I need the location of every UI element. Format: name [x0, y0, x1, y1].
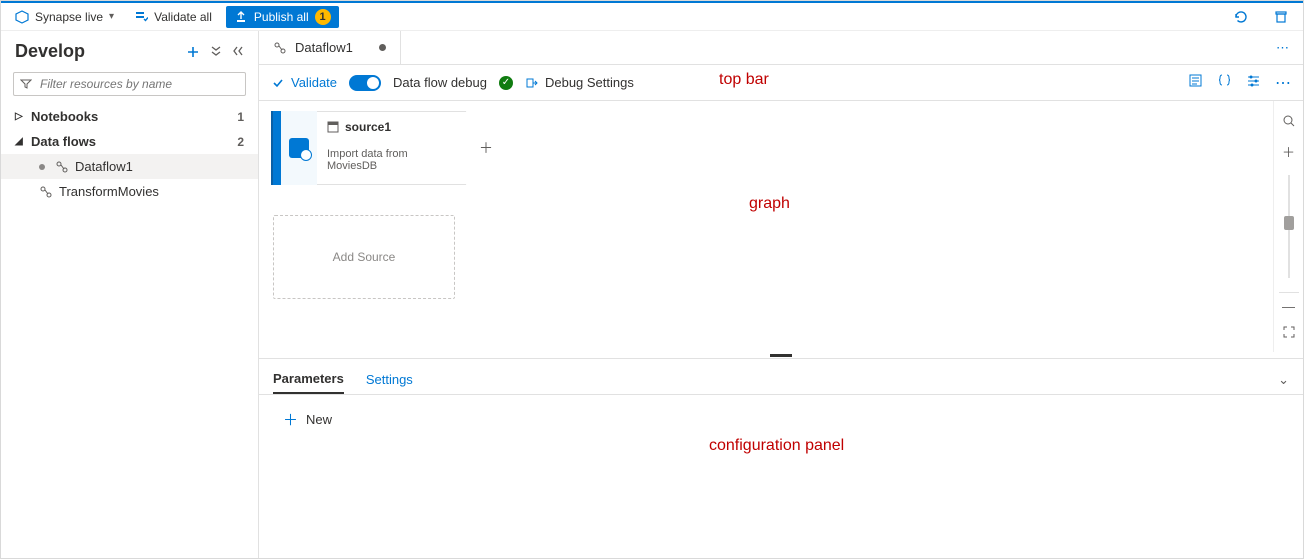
debug-status-ok-icon: ✓	[499, 76, 513, 90]
chevron-down-icon: ◢	[15, 136, 25, 147]
command-bar: Synapse live ▾ Validate all Publish all …	[1, 1, 1303, 31]
node-subtitle: Import data from MoviesDB	[327, 148, 435, 172]
debug-settings-label: Debug Settings	[545, 75, 634, 90]
main-content: Dataflow1 ⋯ Validate Data flow debug ✓ D…	[259, 31, 1303, 558]
delete-button[interactable]	[1267, 7, 1295, 27]
tree-group-label: Data flows	[31, 134, 96, 149]
cfg-tab-settings[interactable]: Settings	[366, 366, 413, 393]
node-title-label: source1	[345, 120, 391, 134]
tb-braces-button[interactable]	[1217, 73, 1232, 93]
node-handle[interactable]	[271, 111, 281, 185]
zoom-in-button[interactable]: ＋	[1279, 141, 1299, 161]
zoom-rail: ＋ ―	[1273, 101, 1303, 352]
synapse-icon	[15, 10, 29, 24]
brand-label: Synapse live	[35, 10, 103, 24]
collapse-sidebar-button[interactable]	[232, 45, 244, 59]
check-icon	[271, 76, 285, 90]
tree-group-count: 1	[237, 110, 244, 124]
filter-icon	[20, 78, 32, 90]
double-chevron-down-icon	[210, 45, 222, 57]
tree-item-label: Dataflow1	[75, 159, 133, 174]
braces-icon	[1217, 73, 1232, 88]
cfg-tab-parameters[interactable]: Parameters	[273, 365, 344, 394]
dataset-icon	[327, 121, 339, 133]
trash-icon	[1273, 9, 1289, 25]
chevron-down-icon: ▾	[109, 11, 114, 22]
tb-sliders-button[interactable]	[1246, 73, 1261, 93]
tb-script-button[interactable]	[1188, 73, 1203, 93]
publish-count-badge: 1	[315, 9, 331, 25]
debug-settings-button[interactable]: Debug Settings	[525, 75, 634, 90]
tree-group-label: Notebooks	[31, 109, 98, 124]
add-resource-button[interactable]	[186, 45, 200, 59]
tree-item-transformmovies[interactable]: TransformMovies	[1, 179, 258, 204]
dataflow-icon	[273, 41, 287, 55]
add-source-label: Add Source	[333, 250, 396, 264]
double-chevron-left-icon	[232, 45, 244, 57]
dataflow-icon	[55, 160, 69, 174]
brand-dropdown[interactable]: Synapse live ▾	[9, 8, 120, 26]
validate-label: Validate	[291, 75, 337, 90]
tab-more-button[interactable]: ⋯	[1262, 31, 1303, 64]
filter-input-wrapper[interactable]	[13, 72, 246, 96]
refresh-button[interactable]	[1227, 7, 1255, 27]
publish-icon	[234, 10, 248, 24]
sidebar-title: Develop	[15, 41, 178, 62]
annotation-graph: graph	[749, 195, 790, 213]
chevron-right-icon: ▷	[15, 111, 25, 122]
tree-group-dataflows[interactable]: ◢ Data flows 2	[1, 129, 258, 154]
zoom-search-button[interactable]	[1279, 111, 1299, 131]
new-label: New	[306, 412, 332, 427]
search-icon	[1282, 114, 1296, 128]
source-icon	[289, 138, 309, 158]
validate-all-button[interactable]: Validate all	[128, 8, 218, 26]
publish-all-button[interactable]: Publish all 1	[226, 6, 339, 28]
tree-group-notebooks[interactable]: ▷ Notebooks 1	[1, 104, 258, 129]
validate-button[interactable]: Validate	[271, 75, 337, 90]
tab-dataflow1[interactable]: Dataflow1	[259, 31, 401, 64]
plus-icon	[186, 45, 200, 59]
validate-all-label: Validate all	[154, 10, 212, 24]
modified-dot-icon	[39, 164, 45, 170]
zoom-fit-button[interactable]	[1279, 322, 1299, 342]
debug-label: Data flow debug	[393, 75, 487, 90]
tb-more-button[interactable]: ⋯	[1275, 73, 1291, 93]
new-parameter-button[interactable]: ＋ New	[283, 409, 1279, 430]
tab-strip: Dataflow1 ⋯	[259, 31, 1303, 65]
tree-item-label: TransformMovies	[59, 184, 159, 199]
cfg-collapse-button[interactable]: ⌄	[1278, 372, 1289, 388]
dataflow-icon	[39, 185, 53, 199]
validate-all-icon	[134, 10, 148, 24]
configuration-panel: Parameters Settings ⌄ ＋ New configuratio…	[259, 358, 1303, 558]
add-transform-button[interactable]: ＋	[479, 138, 493, 158]
zoom-slider[interactable]	[1288, 175, 1290, 278]
refresh-icon	[1233, 9, 1249, 25]
add-source-placeholder[interactable]: Add Source	[273, 215, 455, 299]
zoom-thumb[interactable]	[1284, 216, 1294, 230]
debug-toggle[interactable]	[349, 75, 381, 91]
fit-icon	[1282, 325, 1296, 339]
develop-sidebar: Develop ▷ Notebooks 1 ◢ Da	[1, 31, 259, 558]
debug-settings-icon	[525, 76, 539, 90]
dataflow-toolbar: Validate Data flow debug ✓ Debug Setting…	[259, 65, 1303, 101]
sliders-icon	[1246, 73, 1261, 88]
script-icon	[1188, 73, 1203, 88]
annotation-topbar: top bar	[719, 71, 769, 89]
modified-dot-icon	[379, 44, 386, 51]
filter-input[interactable]	[38, 76, 239, 92]
expand-all-button[interactable]	[210, 45, 222, 59]
zoom-out-button[interactable]: ―	[1279, 292, 1299, 312]
publish-all-label: Publish all	[254, 10, 309, 24]
tree-group-count: 2	[237, 135, 244, 149]
plus-icon: ＋	[283, 409, 298, 430]
tab-label: Dataflow1	[295, 40, 353, 55]
tree-item-dataflow1[interactable]: Dataflow1	[1, 154, 258, 179]
graph-canvas[interactable]: source1 Import data from MoviesDB ＋ Add …	[259, 101, 1303, 352]
source-node[interactable]: source1 Import data from MoviesDB ＋	[271, 111, 475, 185]
